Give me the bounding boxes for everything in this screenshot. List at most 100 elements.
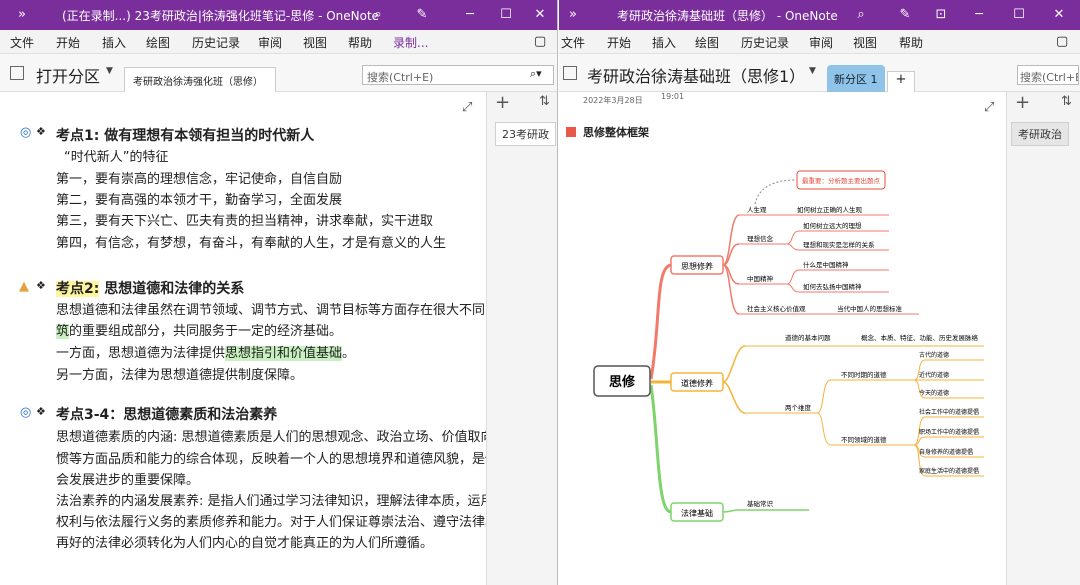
left-onenote-window: » (正在录制...) 23考研政治|徐涛强化班笔记-思修 - OneNote … bbox=[0, 0, 558, 585]
svg-text:理想信念: 理想信念 bbox=[747, 234, 774, 243]
svg-text:人生观: 人生观 bbox=[747, 205, 767, 214]
diamond-icon: ❖ bbox=[36, 125, 46, 138]
kp1-line: 第一，要有崇高的理想信念，牢记使命，自信自励 bbox=[56, 172, 343, 187]
mindmap-root-label: 思修 bbox=[609, 374, 636, 390]
svg-text:道德修养: 道德修养 bbox=[681, 378, 713, 388]
menu-help[interactable]: 帮助 bbox=[899, 34, 923, 51]
menu-history[interactable]: 历史记录 bbox=[192, 34, 240, 51]
search-icon[interactable]: ⌕ bbox=[851, 5, 871, 25]
maximize-icon[interactable]: ☐ bbox=[1009, 5, 1029, 25]
chevron-down-icon[interactable]: ▼ bbox=[106, 66, 113, 76]
title-bar: » 考研政治徐涛基础班（思修） - OneNote ⌕ ✎ ⊡ ─ ☐ ✕ bbox=[559, 0, 1080, 30]
svg-text:如何树立正确的人生观: 如何树立正确的人生观 bbox=[797, 205, 863, 214]
close-icon[interactable]: ✕ bbox=[1049, 5, 1069, 25]
page-tab[interactable]: 考研政治 bbox=[1011, 122, 1069, 146]
menu-home[interactable]: 开始 bbox=[607, 34, 631, 51]
minimize-icon[interactable]: ─ bbox=[460, 5, 480, 25]
kp1-line: 第四，有信念，有梦想，有奋斗，有奉献的人生，才是有意义的人生 bbox=[56, 236, 447, 251]
svg-text:如何树立远大的理想: 如何树立远大的理想 bbox=[803, 221, 862, 230]
kp3-line: 权利与依法履行义务的素质修养和能力。对于人们保证尊崇法治、遵守法律具 bbox=[56, 515, 499, 530]
menu-home[interactable]: 开始 bbox=[56, 34, 80, 51]
svg-text:职场工作中的道德提倡: 职场工作中的道德提倡 bbox=[919, 428, 979, 436]
sticky-notes-icon[interactable]: ▢ bbox=[534, 34, 546, 49]
window-title: (正在录制...) 23考研政治|徐涛强化班笔记-思修 - OneNote bbox=[62, 9, 380, 23]
kp3-line: 会发展进步的重要保障。 bbox=[56, 473, 200, 488]
svg-text:今天的道德: 今天的道德 bbox=[919, 389, 949, 397]
chevron-down-icon[interactable]: ▼ bbox=[809, 66, 816, 76]
diamond-icon: ❖ bbox=[36, 279, 46, 292]
menu-file[interactable]: 文件 bbox=[561, 34, 585, 51]
target-icon: ◎ bbox=[20, 125, 32, 140]
sort-icon[interactable]: ⇅ bbox=[539, 94, 550, 109]
mind-map: 思修 思想修养 人生观 如何树立正确的人生观 理想信念 如何树立远大的理想 理想… bbox=[593, 170, 984, 522]
close-icon[interactable]: ✕ bbox=[530, 5, 550, 25]
search-icon[interactable]: ⌕ bbox=[368, 5, 388, 25]
minimize-icon[interactable]: ─ bbox=[969, 5, 989, 25]
svg-text:概念、本质、特征、功能、历史发展脉络: 概念、本质、特征、功能、历史发展脉络 bbox=[861, 333, 979, 342]
expand-panes-icon[interactable]: » bbox=[563, 5, 583, 25]
maximize-icon[interactable]: ☐ bbox=[496, 5, 516, 25]
menu-view[interactable]: 视图 bbox=[853, 34, 877, 51]
menu-draw[interactable]: 绘图 bbox=[695, 34, 719, 51]
page-tab[interactable]: 23考研政 bbox=[495, 122, 556, 146]
svg-text:什么是中国精神: 什么是中国精神 bbox=[803, 260, 849, 269]
menu-review[interactable]: 审阅 bbox=[809, 34, 833, 51]
menu-draw[interactable]: 绘图 bbox=[146, 34, 170, 51]
section-tab-active[interactable]: 新分区 1 bbox=[827, 65, 885, 92]
add-page-icon[interactable]: + bbox=[495, 92, 510, 113]
notebook-name[interactable]: 考研政治徐涛基础班（思修1） bbox=[587, 63, 805, 87]
svg-text:社会工作中的道德提倡: 社会工作中的道德提倡 bbox=[919, 408, 979, 416]
add-section-tab[interactable]: + bbox=[887, 71, 915, 92]
page-content[interactable]: 2022年3月28日 19:01 ⤢ 思修整体框架 思修 思想修养 人生观 如何… bbox=[559, 92, 1006, 585]
svg-text:最重要：分析题主要出题点: 最重要：分析题主要出题点 bbox=[802, 176, 881, 185]
svg-text:基础常识: 基础常识 bbox=[747, 499, 774, 508]
add-page-icon[interactable]: + bbox=[1015, 92, 1030, 113]
notebook-icon bbox=[563, 66, 577, 80]
kp3-title: 考点3-4：思想道德素质和法治素养 bbox=[56, 407, 278, 423]
notebook-name[interactable]: 打开分区 bbox=[36, 63, 100, 87]
svg-text:不同时期的道德: 不同时期的道德 bbox=[841, 370, 887, 379]
menu-insert[interactable]: 插入 bbox=[102, 34, 126, 51]
kp1-line: “时代新人”的特征 bbox=[64, 150, 169, 165]
ribbon-menu: 文件 开始 插入 绘图 历史记录 审阅 视图 帮助 录制... ▢ bbox=[0, 30, 557, 54]
menu-file[interactable]: 文件 bbox=[10, 34, 34, 51]
menu-insert[interactable]: 插入 bbox=[652, 34, 676, 51]
svg-text:如何去弘扬中国精神: 如何去弘扬中国精神 bbox=[803, 282, 862, 291]
svg-text:中国精神: 中国精神 bbox=[747, 274, 773, 283]
svg-text:两个维度: 两个维度 bbox=[785, 403, 812, 412]
kp2-line: 筑的重要组成部分，共同服务于一定的经济基础。 bbox=[56, 324, 343, 339]
kp2-title: 考点2: 思想道德和法律的关系 bbox=[56, 281, 245, 297]
section-bar: 打开分区 ▼ 考研政治徐涛强化班（思修） 搜索(Ctrl+E) ⌕▾ bbox=[0, 54, 557, 92]
warning-icon: ▲ bbox=[19, 279, 29, 294]
diamond-icon: ❖ bbox=[36, 405, 46, 418]
search-input[interactable]: 搜索(Ctrl+E) bbox=[362, 65, 554, 85]
menu-record[interactable]: 录制... bbox=[393, 34, 428, 51]
kp1-line: 第二，要有高强的本领才干，勤奋学习，全面发展 bbox=[56, 193, 343, 208]
expand-icon[interactable]: ⤢ bbox=[462, 100, 472, 115]
search-input[interactable]: 搜索(Ctrl+E) bbox=[1017, 65, 1079, 85]
kp3-line: 思想道德素质的内涵: 思想道德素质是人们的思想观念、政治立场、价值取向 bbox=[56, 430, 494, 445]
svg-text:当代中国人的思想标准: 当代中国人的思想标准 bbox=[837, 304, 903, 313]
menu-history[interactable]: 历史记录 bbox=[741, 34, 789, 51]
page-list-pane: + ⇅ 23考研政 bbox=[486, 92, 557, 585]
fullscreen-icon[interactable]: ⊡ bbox=[931, 5, 951, 25]
pen-icon[interactable]: ✎ bbox=[412, 5, 432, 25]
sort-icon[interactable]: ⇅ bbox=[1061, 94, 1072, 109]
menu-view[interactable]: 视图 bbox=[303, 34, 327, 51]
svg-text:道德的基本问题: 道德的基本问题 bbox=[785, 333, 831, 342]
sticky-notes-icon[interactable]: ▢ bbox=[1056, 34, 1068, 49]
menu-review[interactable]: 审阅 bbox=[258, 34, 282, 51]
svg-text:理想和现实是怎样的关系: 理想和现实是怎样的关系 bbox=[803, 240, 875, 249]
menu-help[interactable]: 帮助 bbox=[348, 34, 372, 51]
svg-text:家庭生活中的道德提倡: 家庭生活中的道德提倡 bbox=[919, 467, 979, 475]
pen-icon[interactable]: ✎ bbox=[895, 5, 915, 25]
kp2-line: 另一方面，法律为思想道德提供制度保障。 bbox=[56, 368, 304, 383]
page-content[interactable]: ⤢ ◎ ❖ 考点1: 做有理想有本领有担当的时代新人 “时代新人”的特征 第一，… bbox=[0, 92, 498, 585]
svg-text:社会主义核心价值观: 社会主义核心价值观 bbox=[747, 304, 806, 313]
svg-text:古代的道德: 古代的道德 bbox=[919, 351, 949, 359]
expand-panes-icon[interactable]: » bbox=[12, 5, 32, 25]
search-icon[interactable]: ⌕▾ bbox=[530, 67, 542, 81]
svg-text:法律基础: 法律基础 bbox=[681, 508, 713, 518]
kp1-title: 考点1: 做有理想有本领有担当的时代新人 bbox=[56, 128, 315, 144]
section-tab[interactable]: 考研政治徐涛强化班（思修） bbox=[124, 67, 276, 92]
